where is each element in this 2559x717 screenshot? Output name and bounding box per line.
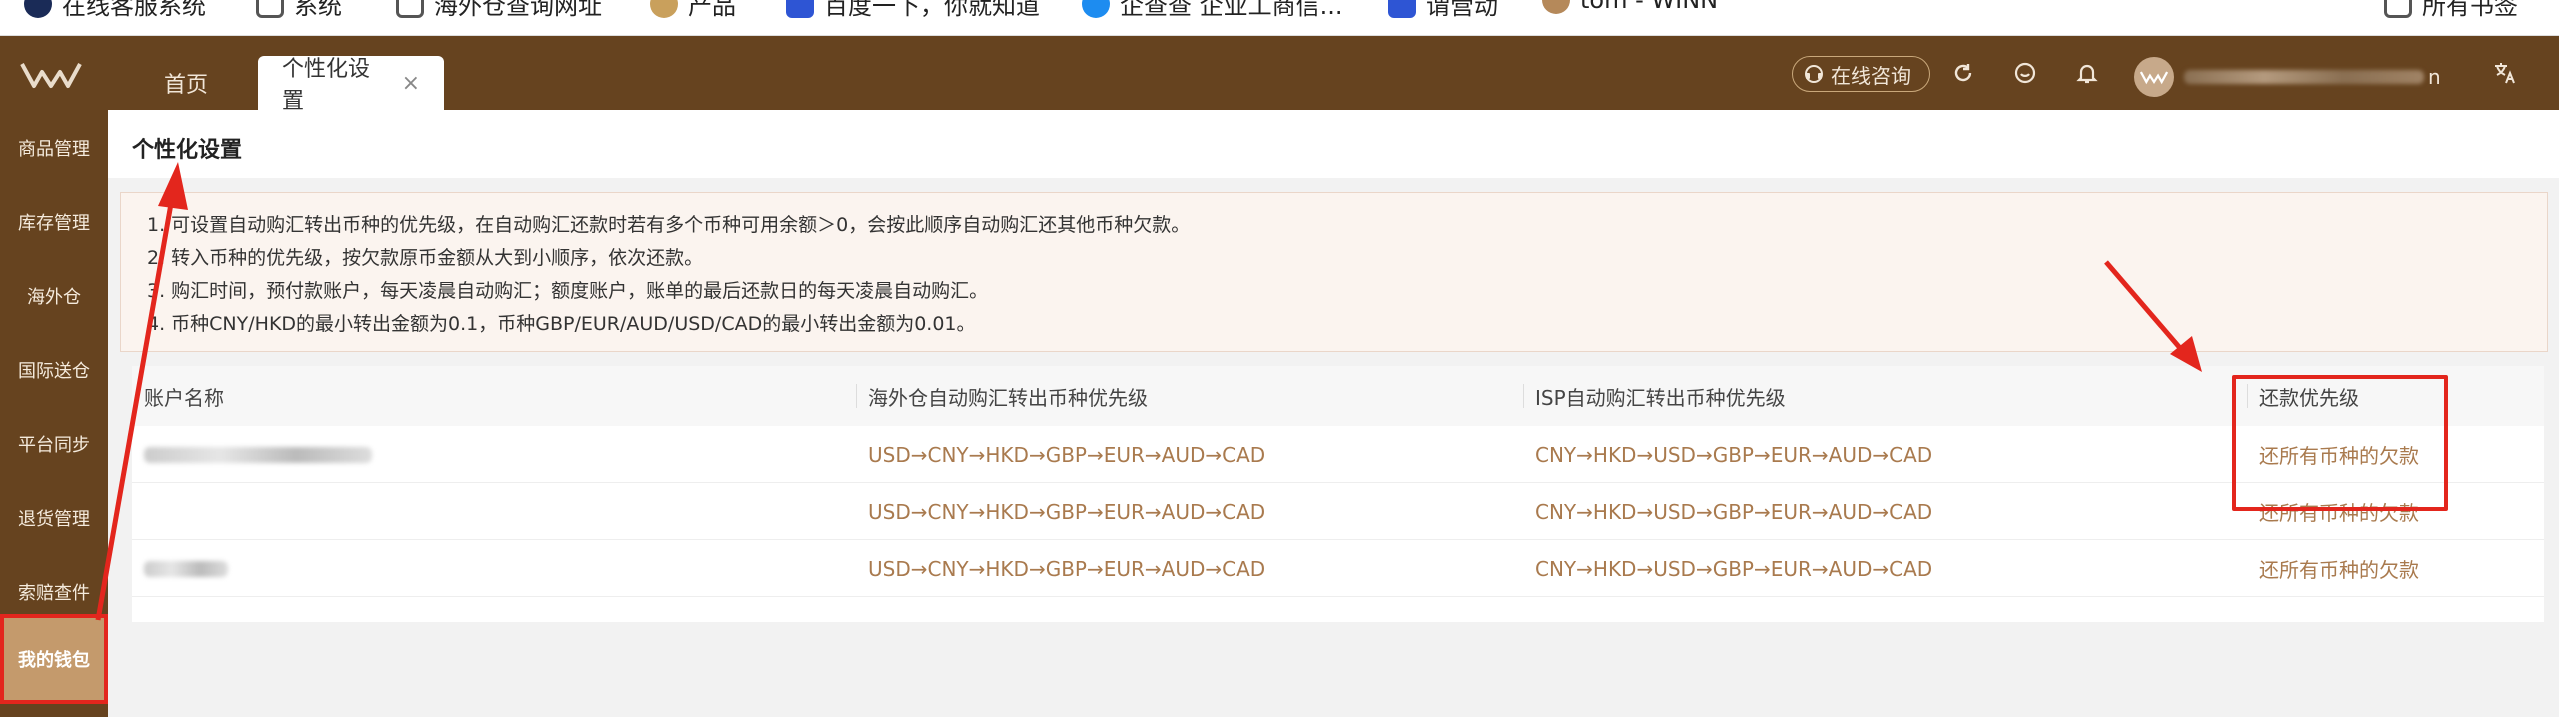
table-row: USD→CNY→HKD→GBP→EUR→AUD→CAD CNY→HKD→USD→… (132, 426, 2544, 483)
bookmark-label: 百度一下，你就知道 (824, 0, 1040, 20)
online-consult-button[interactable]: 在线咨询 (1792, 56, 1930, 92)
notice-line: 3. 购汇时间，预付款账户，每天凌晨自动购汇；额度账户，账单的最后还款日的每天凌… (147, 280, 989, 302)
bookmark-label: 海外仓查询网址 (434, 0, 602, 20)
column-header-account: 账户名称 (144, 366, 224, 426)
redacted-text (2184, 70, 2424, 84)
column-header-overseas-priority: 海外仓自动购汇转出币种优先级 (856, 366, 1148, 426)
bookmark-label: 产品 (688, 0, 736, 20)
sidebar-item-overseas-warehouse[interactable]: 海外仓 (0, 266, 108, 326)
bookmark-item[interactable]: tom - WINN (1542, 0, 1718, 14)
bookmark-label: 谓营动 (1426, 0, 1498, 20)
sidebar: 商品管理 库存管理 海外仓 国际送仓 平台同步 退货管理 索赔查件 我的钱包 (0, 110, 108, 717)
column-header-label: 账户名称 (144, 385, 224, 410)
sidebar-item-inventory[interactable]: 库存管理 (0, 192, 108, 252)
translate-icon[interactable] (2490, 58, 2520, 88)
bell-icon[interactable] (2072, 58, 2102, 88)
globe-icon (650, 0, 678, 18)
tab-personal-settings[interactable]: 个性化设置 × (258, 56, 444, 114)
folder-icon (256, 0, 284, 18)
sidebar-item-label: 平台同步 (18, 435, 90, 456)
table-row: USD→CNY→HKD→GBP→EUR→AUD→CAD CNY→HKD→USD→… (132, 483, 2544, 540)
redacted-text (144, 446, 372, 463)
sidebar-item-international-delivery[interactable]: 国际送仓 (0, 340, 108, 400)
column-header-label: 海外仓自动购汇转出币种优先级 (868, 385, 1148, 410)
sidebar-item-returns[interactable]: 退货管理 (0, 488, 108, 548)
notice-box: 1. 可设置自动购汇转出币种的优先级，在自动购汇还款时若有多个币种可用余额＞0，… (120, 192, 2548, 352)
sidebar-item-label: 国际送仓 (18, 361, 90, 382)
user-name-redacted[interactable]: n (2184, 65, 2454, 89)
folder-icon (2384, 0, 2412, 18)
brand-logo-icon[interactable] (20, 60, 82, 90)
annotation-highlight-box (2232, 375, 2448, 511)
repay-priority-link[interactable]: 还所有币种的欠款 (2259, 540, 2419, 597)
table-header: 账户名称 海外仓自动购汇转出币种优先级 ISP自动购汇转出币种优先级 还款优先级 (132, 366, 2544, 426)
sidebar-item-label: 商品管理 (18, 139, 90, 160)
table-row: USD→CNY→HKD→GBP→EUR→AUD→CAD CNY→HKD→USD→… (132, 540, 2544, 597)
redacted-text (144, 560, 228, 577)
bookmark-label: 所有书签 (2422, 0, 2518, 20)
qichacha-icon (1082, 0, 1110, 18)
page-title: 个性化设置 (132, 138, 243, 163)
sidebar-item-products[interactable]: 商品管理 (0, 118, 108, 178)
smile-icon[interactable] (2010, 58, 2040, 88)
column-header-label: ISP自动购汇转出币种优先级 (1535, 385, 1786, 410)
notice-line: 2. 转入币种的优先级，按欠款原币金额从大到小顺序，依次还款。 (147, 247, 704, 269)
sidebar-item-label: 退货管理 (18, 509, 90, 530)
sidebar-item-label: 库存管理 (18, 213, 90, 234)
bookmark-item[interactable]: 企查查 企业工商信... (1082, 0, 1343, 21)
headset-icon (1805, 65, 1823, 83)
column-header-isp-priority: ISP自动购汇转出币种优先级 (1523, 366, 1786, 426)
consult-label: 在线咨询 (1831, 63, 1911, 88)
sidebar-item-label: 索赔查件 (18, 583, 90, 604)
bookmark-label: 企查查 企业工商信... (1120, 0, 1343, 20)
account-name-redacted (144, 426, 372, 483)
sidebar-item-my-wallet[interactable]: 我的钱包 (0, 614, 108, 704)
overseas-priority-link[interactable]: USD→CNY→HKD→GBP→EUR→AUD→CAD (868, 540, 1265, 597)
bookmark-label: tom - WINN (1580, 0, 1719, 14)
tab-home[interactable]: 首页 (140, 56, 232, 110)
refresh-icon[interactable] (1948, 58, 1978, 88)
overseas-priority-link[interactable]: USD→CNY→HKD→GBP→EUR→AUD→CAD (868, 426, 1265, 483)
isp-priority-link[interactable]: CNY→HKD→USD→GBP→EUR→AUD→CAD (1535, 426, 1932, 483)
app-header: 首页 个性化设置 × 在线咨询 n (0, 36, 2559, 114)
baidu-icon (786, 0, 814, 18)
isp-priority-link[interactable]: CNY→HKD→USD→GBP→EUR→AUD→CAD (1535, 540, 1932, 597)
priority-table: 账户名称 海外仓自动购汇转出币种优先级 ISP自动购汇转出币种优先级 还款优先级… (132, 366, 2544, 622)
sidebar-item-platform-sync[interactable]: 平台同步 (0, 414, 108, 474)
overseas-priority-link[interactable]: USD→CNY→HKD→GBP→EUR→AUD→CAD (868, 483, 1265, 540)
page-header: 个性化设置 (108, 110, 2559, 178)
bookmark-item[interactable]: 系统 (256, 0, 342, 21)
bookmark-item[interactable]: 海外仓查询网址 (396, 0, 602, 21)
column-divider (1523, 384, 1524, 408)
folder-icon (396, 0, 424, 18)
close-icon[interactable]: × (402, 71, 420, 96)
bookmark-item[interactable]: 百度一下，你就知道 (786, 0, 1040, 21)
column-divider (856, 384, 857, 408)
notice-line: 4. 币种CNY/HKD的最小转出金额为0.1，币种GBP/EUR/AUD/US… (147, 313, 976, 335)
all-bookmarks[interactable]: 所有书签 (2384, 0, 2518, 21)
bookmark-favicon-icon (1542, 0, 1570, 14)
account-name-redacted (144, 540, 228, 597)
bookmark-label: 系统 (294, 0, 342, 20)
notice-line: 1. 可设置自动购汇转出币种的优先级，在自动购汇还款时若有多个币种可用余额＞0，… (147, 214, 1191, 236)
bookmark-label: 在线客服系统 (62, 0, 206, 20)
bookmark-item[interactable]: 谓营动 (1388, 0, 1498, 21)
sidebar-item-label: 海外仓 (27, 287, 81, 308)
bookmark-favicon-icon (24, 0, 52, 18)
sidebar-item-label: 我的钱包 (18, 650, 90, 671)
bookmarks-bar: 在线客服系统 系统 海外仓查询网址 产品 百度一下，你就知道 企查查 企业工商信… (0, 0, 2559, 36)
bookmark-item[interactable]: 在线客服系统 (24, 0, 206, 21)
main-content: 个性化设置 1. 可设置自动购汇转出币种的优先级，在自动购汇还款时若有多个币种可… (108, 110, 2559, 717)
tab-label: 首页 (164, 73, 209, 98)
avatar[interactable] (2134, 57, 2174, 97)
sidebar-item-claims[interactable]: 索赔查件 (0, 562, 108, 622)
bookmark-item[interactable]: 产品 (650, 0, 736, 21)
bookmark-favicon-icon (1388, 0, 1416, 18)
isp-priority-link[interactable]: CNY→HKD→USD→GBP→EUR→AUD→CAD (1535, 483, 1932, 540)
user-name-tail: n (2428, 65, 2441, 89)
tab-label: 个性化设置 (282, 57, 371, 114)
